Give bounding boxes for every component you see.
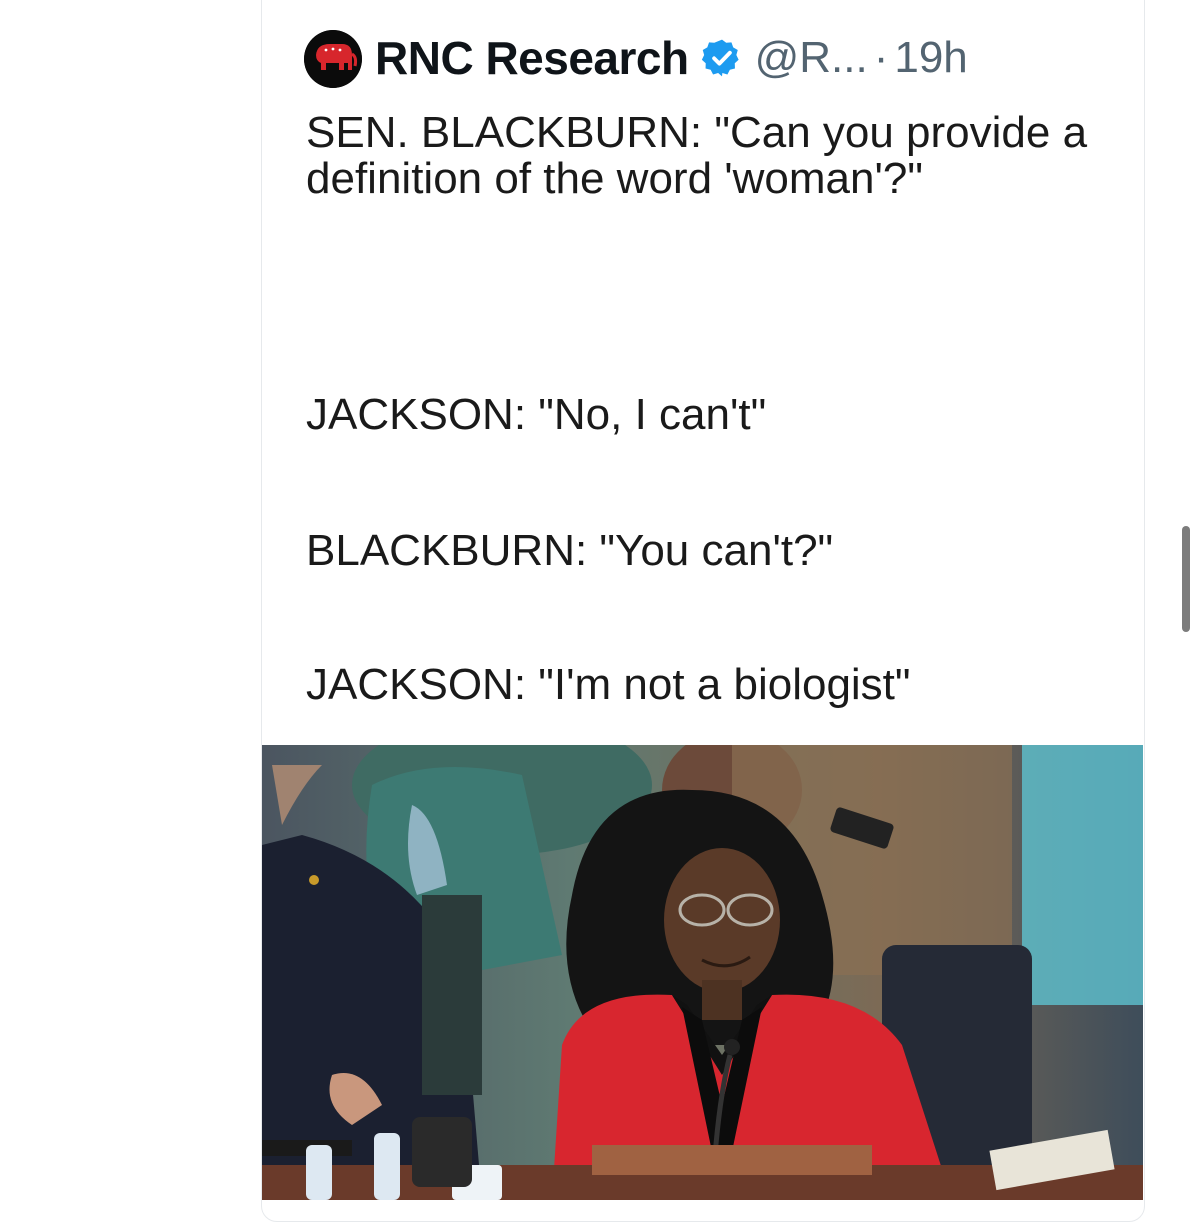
tweet-paragraph-2: JACKSON: "No, I can't"	[306, 390, 767, 439]
tweet-media[interactable]	[262, 745, 1143, 1200]
verified-badge-icon	[701, 39, 739, 77]
scrollbar-thumb[interactable]	[1182, 526, 1190, 632]
rnc-elephant-icon[interactable]	[304, 30, 362, 88]
separator-dot: ·	[873, 33, 889, 82]
tweet-paragraph-4: JACKSON: "I'm not a biologist"	[306, 660, 911, 709]
hearing-photo	[262, 745, 1143, 1200]
author-name[interactable]: RNC Research	[375, 31, 689, 85]
tweet-header: RNC Research @R... · 19h	[375, 26, 968, 90]
author-handle[interactable]: @R...	[755, 33, 868, 83]
tweet-time[interactable]: 19h	[894, 33, 967, 83]
tweet-paragraph-1: SEN. BLACKBURN: "Can you provide a defin…	[306, 108, 1088, 204]
tweet-paragraph-3: BLACKBURN: "You can't?"	[306, 526, 834, 575]
